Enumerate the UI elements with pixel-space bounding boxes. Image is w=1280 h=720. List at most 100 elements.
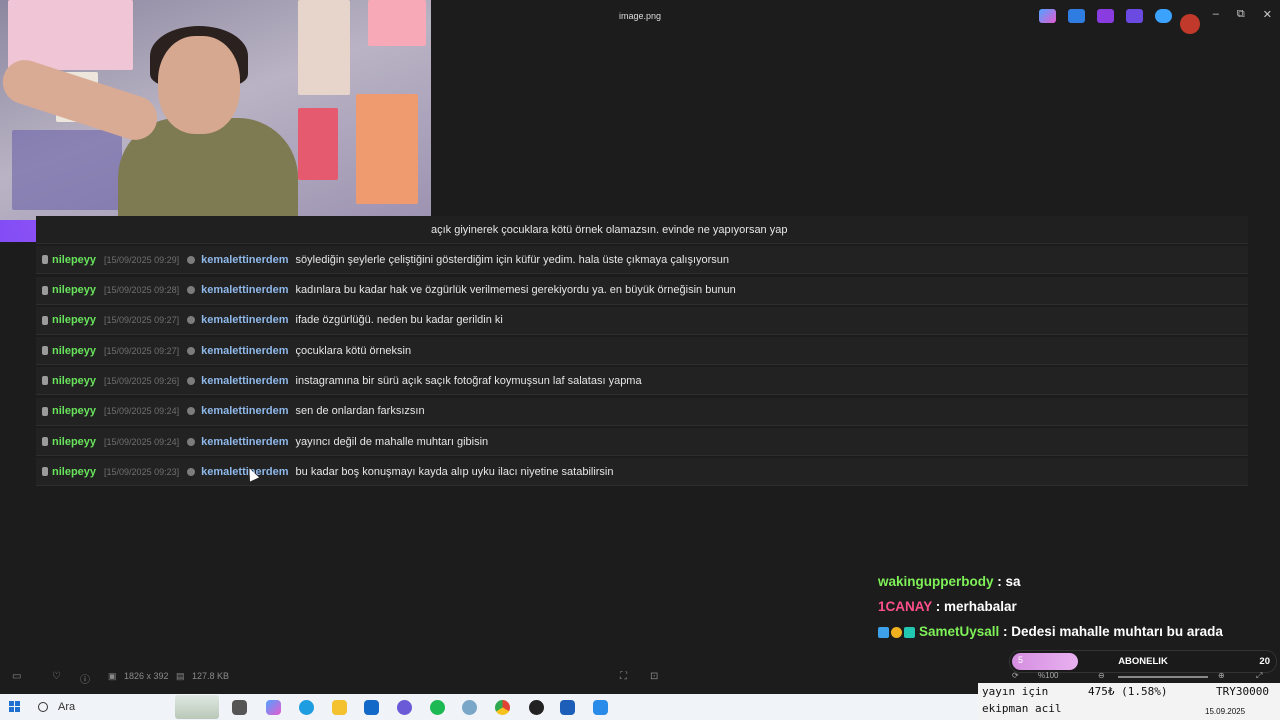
- search-icon: [38, 702, 48, 712]
- stream-chat-message: : sa: [993, 574, 1021, 589]
- filmstrip-icon[interactable]: ▭: [12, 671, 21, 682]
- user-icon: [42, 346, 48, 356]
- zoom-level[interactable]: %100: [1038, 671, 1058, 680]
- zoom-in-icon[interactable]: ⊕: [1218, 671, 1225, 680]
- minimize-button[interactable]: –: [1213, 8, 1219, 21]
- chat-message: instagramına bir sürü açık saçık fotoğra…: [295, 374, 642, 387]
- fit-screen-icon[interactable]: ⛶: [620, 671, 627, 682]
- expand-icon[interactable]: ⤢: [1256, 671, 1262, 681]
- chat-row: nilepeyy [15/09/2025 09:27] kemalettiner…: [36, 337, 1248, 366]
- info-icon: [187, 407, 196, 416]
- chat-row: açık giyinerek çocuklara kötü örnek olam…: [36, 216, 1248, 244]
- file-explorer-icon[interactable]: [332, 700, 347, 715]
- webcam-feed: [0, 0, 431, 242]
- stream-chat-user: SametUysall: [919, 624, 1000, 639]
- chat-message: çocuklara kötü örneksin: [295, 344, 412, 357]
- author-name[interactable]: kemalettinerdem: [201, 436, 288, 448]
- user-icon: [42, 376, 48, 386]
- onedrive-icon[interactable]: [1155, 9, 1172, 23]
- windows-start-icon[interactable]: [9, 701, 21, 713]
- clipchamp-icon[interactable]: [1097, 9, 1114, 23]
- chat-row: nilepeyy [15/09/2025 09:27] kemalettiner…: [36, 306, 1248, 335]
- user-icon: [42, 315, 48, 325]
- chat-row: nilepeyy [15/09/2025 09:24] kemalettiner…: [36, 397, 1248, 426]
- designer-icon[interactable]: [1126, 9, 1143, 23]
- poster: [356, 94, 418, 204]
- chat-message: yayıncı değil de mahalle muhtarı gibisin: [295, 435, 489, 448]
- channel-badge[interactable]: nilepeyy: [42, 405, 96, 417]
- channel-badge[interactable]: nilepeyy: [42, 284, 96, 296]
- author-name[interactable]: kemalettinerdem: [201, 254, 288, 266]
- zoom-out-icon[interactable]: ⊖: [1098, 671, 1105, 680]
- search-highlight-image: [175, 695, 219, 719]
- tray-icons: [1039, 9, 1172, 23]
- chrome-icon[interactable]: [495, 700, 510, 715]
- chat-row: nilepeyy [15/09/2025 09:24] kemalettiner…: [36, 428, 1248, 457]
- poster: [298, 108, 338, 180]
- verified-badge-icon: [878, 626, 889, 638]
- chat-message: kadınlara bu kadar hak ve özgürlük veril…: [295, 284, 736, 297]
- copilot-icon[interactable]: [1039, 9, 1056, 23]
- task-view-icon[interactable]: [232, 700, 247, 715]
- obs-icon[interactable]: [529, 700, 544, 715]
- stream-chat-line: wakingupperbody : sa: [878, 572, 1258, 597]
- author-name[interactable]: kemalettinerdem: [201, 314, 288, 326]
- channel-badge[interactable]: nilepeyy: [42, 436, 96, 448]
- channel-name: nilepeyy: [52, 253, 97, 266]
- sub-badge-icon: [891, 626, 902, 638]
- edge-icon[interactable]: [299, 700, 314, 715]
- media-player-icon[interactable]: [560, 700, 575, 715]
- stream-chat-message: : merhabalar: [932, 599, 1017, 614]
- author-name[interactable]: kemalettinerdem: [201, 284, 288, 296]
- channel-name: nilepeyy: [52, 465, 97, 478]
- settings-icon[interactable]: [462, 700, 477, 715]
- donation-line1: yayın için: [982, 685, 1049, 698]
- info-icon: [187, 437, 196, 446]
- channel-name: nilepeyy: [52, 405, 97, 418]
- taskbar-search[interactable]: Ara: [30, 694, 75, 720]
- channel-badge[interactable]: nilepeyy: [42, 375, 96, 387]
- subscription-target: 20: [1259, 656, 1270, 667]
- info-icon: [187, 376, 196, 385]
- app-logo-icon: [1180, 14, 1200, 34]
- editor-icon[interactable]: [1068, 9, 1085, 23]
- channel-badge[interactable]: nilepeyy: [42, 466, 96, 478]
- maximize-button[interactable]: ⧉: [1237, 8, 1245, 21]
- taskbar-date: 15.09.2025: [1205, 707, 1246, 716]
- spotify-icon[interactable]: [430, 700, 445, 715]
- actual-size-icon[interactable]: ⊡: [650, 671, 658, 682]
- zoom-controls: ⟳ %100 ⊖ ⊕ ⤢: [1010, 671, 1280, 683]
- file-size: 127.8 KB: [192, 671, 230, 681]
- chat-row: nilepeyy [15/09/2025 09:28] kemalettiner…: [36, 276, 1248, 305]
- channel-badge[interactable]: nilepeyy: [42, 254, 96, 266]
- stream-chat-line: 1CANAY : merhabalar: [878, 597, 1258, 622]
- copilot-icon[interactable]: [266, 700, 281, 715]
- info-icon: [187, 316, 196, 325]
- info-icon[interactable]: ⓘ: [80, 671, 90, 686]
- author-name[interactable]: kemalettinerdem: [201, 345, 288, 357]
- info-icon: [187, 255, 196, 264]
- channel-name: nilepeyy: [52, 435, 97, 448]
- photos-icon[interactable]: [593, 700, 608, 715]
- channel-name: nilepeyy: [52, 374, 97, 387]
- chat-message: bu kadar boş konuşmayı kayda alıp uyku i…: [295, 465, 614, 478]
- rotate-icon[interactable]: ⟳: [1012, 671, 1019, 680]
- discord-icon[interactable]: [397, 700, 412, 715]
- close-button[interactable]: ✕: [1263, 8, 1272, 21]
- window-controls: – ⧉ ✕: [1213, 8, 1272, 21]
- chat-row: nilepeyy [15/09/2025 09:29] kemalettiner…: [36, 246, 1248, 275]
- outlook-icon[interactable]: [364, 700, 379, 715]
- channel-badge[interactable]: nilepeyy: [42, 314, 96, 326]
- zoom-slider[interactable]: [1118, 676, 1208, 678]
- timestamp: [15/09/2025 09:26]: [104, 375, 180, 386]
- favorite-icon[interactable]: ♡: [52, 671, 61, 682]
- donation-amount: 475₺ (1.58%): [1088, 685, 1168, 698]
- info-icon: [187, 346, 196, 355]
- timestamp: [15/09/2025 09:27]: [104, 315, 180, 326]
- poster: [368, 0, 426, 46]
- author-name[interactable]: kemalettinerdem: [201, 405, 288, 417]
- donation-goal: TRY30000: [1216, 685, 1269, 698]
- timestamp: [15/09/2025 09:29]: [104, 254, 180, 265]
- channel-badge[interactable]: nilepeyy: [42, 345, 96, 357]
- author-name[interactable]: kemalettinerdem: [201, 375, 288, 387]
